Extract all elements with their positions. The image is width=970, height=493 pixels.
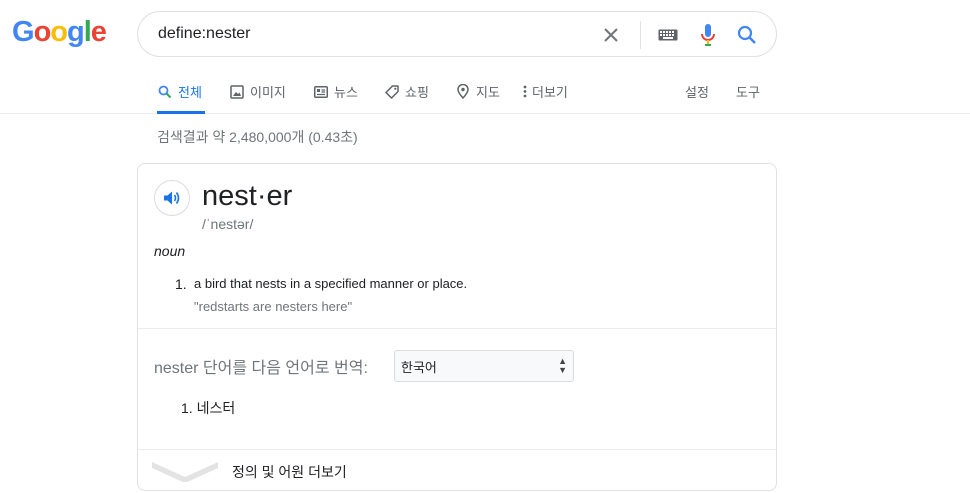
tab-label: 쇼핑 [405, 85, 429, 100]
tab-shopping[interactable]: 쇼핑 [384, 70, 429, 113]
microphone-icon[interactable] [696, 23, 720, 47]
tab-news[interactable]: 뉴스 [313, 70, 358, 113]
translation-number: 1. [181, 400, 193, 416]
logo-letter: l [83, 16, 92, 48]
google-logo[interactable]: Google [12, 16, 107, 49]
tab-label: 더보기 [532, 85, 568, 100]
selected-language: 한국어 [401, 359, 437, 375]
image-icon [229, 84, 245, 100]
tab-maps[interactable]: 지도 [455, 70, 500, 113]
language-select[interactable]: 한국어 ▲ ▼ [394, 350, 574, 382]
speaker-icon [164, 191, 180, 205]
tools-link[interactable]: 도구 [736, 70, 760, 113]
card-divider [138, 328, 776, 329]
search-tabs: 전체 이미지 뉴스 쇼핑 지도 더보기 설정 도구 [0, 70, 970, 114]
logo-letter: o [50, 16, 68, 48]
more-definitions-label: 정의 및 어원 더보기 [232, 464, 347, 480]
news-icon [313, 84, 329, 100]
phonetic: /ˈnestər/ [202, 216, 254, 232]
headword: nest·er [202, 180, 293, 212]
definition-number: 1. [175, 276, 187, 292]
search-divider [640, 21, 641, 49]
translation-result: 1. 네스터 [181, 398, 235, 418]
pronunciation-button[interactable] [154, 180, 190, 216]
logo-letter: G [12, 16, 35, 48]
result-stats: 검색결과 약 2,480,000개 (0.43초) [157, 129, 358, 145]
tab-label: 지도 [476, 85, 500, 100]
chevron-down-icon [152, 462, 218, 482]
clear-icon[interactable] [599, 23, 623, 47]
tab-label: 뉴스 [334, 85, 358, 100]
more-definitions-button[interactable]: 정의 및 어원 더보기 [138, 450, 776, 490]
keyboard-icon[interactable] [656, 23, 680, 47]
search-icon[interactable] [735, 23, 759, 47]
map-pin-icon [455, 84, 471, 100]
settings-link[interactable]: 설정 [685, 70, 709, 113]
tab-label: 이미지 [250, 85, 286, 100]
tag-icon [384, 84, 400, 100]
search-box [137, 11, 777, 57]
tab-label: 전체 [178, 85, 202, 100]
logo-letter: o [33, 16, 52, 48]
logo-letter: g [67, 16, 85, 48]
part-of-speech: noun [154, 243, 186, 259]
tab-more[interactable]: 더보기 [520, 70, 568, 113]
dictionary-card: nest·er /ˈnestər/ noun 1. a bird that ne… [137, 163, 777, 491]
translation-text: 네스터 [196, 400, 236, 416]
search-input[interactable] [158, 12, 588, 56]
translate-label: nester 단어를 다음 언어로 번역: [154, 360, 368, 377]
search-icon [157, 84, 173, 100]
definition-example: "redstarts are nesters here" [194, 299, 353, 314]
tab-images[interactable]: 이미지 [229, 70, 286, 113]
logo-letter: e [90, 16, 107, 48]
select-arrows-icon: ▲ ▼ [558, 356, 567, 375]
more-vert-icon [520, 84, 530, 100]
definition-text: a bird that nests in a specified manner … [194, 276, 468, 291]
tab-all[interactable]: 전체 [157, 70, 205, 114]
